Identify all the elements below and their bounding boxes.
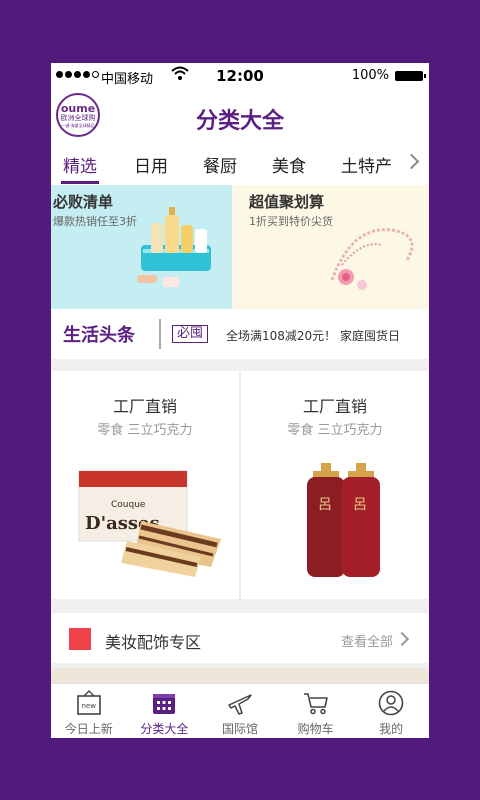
banner-juhuasuan[interactable]: 超值聚划算 1折买到特价尖货 (232, 185, 429, 309)
view-all-link[interactable]: 查看全部 (341, 631, 393, 650)
headline-badge: 必囤 (172, 325, 209, 343)
status-bar: 中国移动 12:00 100% (51, 63, 429, 89)
product-grid: 工厂直销 零食 三立巧克力 Couque D'asses 工厂直销 零食 三立巧… (51, 371, 429, 599)
shampoo-bottles-image: 呂 呂 (307, 463, 380, 577)
user-icon (378, 690, 404, 716)
section-marker (69, 628, 91, 650)
bottom-tab-bar: new 今日上新 分类大全 国际馆 购物车 我的 (51, 683, 429, 738)
cart-icon (303, 693, 328, 715)
tab-tutechan[interactable]: 土特产 (341, 152, 392, 177)
life-headline-bar[interactable]: 生活头条 必囤 全场满108减20元！ 家庭囤货日 (51, 309, 429, 359)
product-card[interactable]: 工厂直销 零食 三立巧克力 呂 呂 (241, 371, 429, 599)
tab-jingxuan[interactable]: 精选 (63, 152, 97, 177)
bathroom-products-image (137, 207, 211, 287)
new-box-icon: new (76, 690, 101, 715)
category-tabs: 精选 日用 餐厨 美食 土特产 (51, 143, 429, 185)
page-title: 分类大全 (195, 109, 284, 134)
chevron-right-icon[interactable] (403, 153, 420, 170)
grid-store-icon (153, 694, 176, 714)
chevron-right-icon (394, 631, 410, 647)
tab-label: 今日上新 (64, 722, 113, 736)
active-tab-indicator (61, 181, 99, 184)
section-title: 美妆配饰专区 (105, 633, 202, 652)
app-header: oume 欧洲全球购 一键·海量全球精品 分类大全 (51, 89, 429, 143)
beauty-section-header[interactable]: 美妆配饰专区 查看全部 (51, 613, 429, 663)
headline-text: 全场满108减20元！ 家庭囤货日 (226, 329, 400, 343)
tab-riyong[interactable]: 日用 (134, 152, 168, 177)
tab-canchu[interactable]: 餐厨 (203, 152, 237, 177)
box-brand-label: Couque (111, 500, 146, 510)
battery-icon (395, 71, 426, 81)
tab-cart[interactable]: 购物车 (278, 684, 354, 738)
chocolate-box-image: Couque D'asses (78, 470, 221, 577)
tab-mine[interactable]: 我的 (353, 684, 429, 738)
divider (159, 319, 161, 349)
bottle-mark-label: 呂 (353, 497, 367, 513)
tab-categories[interactable]: 分类大全 (127, 684, 203, 738)
tab-international[interactable]: 国际馆 (202, 684, 278, 738)
battery-percent: 100% (351, 68, 389, 83)
product-card[interactable]: 工厂直销 零食 三立巧克力 Couque D'asses (51, 371, 239, 599)
banner-bibai[interactable]: 必败清单 爆款热销任至3折 (51, 185, 232, 309)
new-badge-label: new (81, 702, 96, 710)
airplane-icon (228, 694, 252, 715)
headline-title: 生活头条 (63, 325, 135, 346)
tab-today-new[interactable]: new 今日上新 (51, 684, 127, 738)
tab-label: 购物车 (297, 722, 334, 736)
necklace-image (330, 228, 414, 290)
tab-meishi[interactable]: 美食 (272, 152, 306, 177)
tab-label: 国际馆 (221, 722, 258, 736)
tab-label: 我的 (379, 722, 404, 736)
tab-label: 分类大全 (140, 722, 189, 736)
phone-screen: 中国移动 12:00 100% oume 欧洲全球购 一键·海量全球精品 分类大… (51, 63, 429, 738)
bottle-mark-label: 呂 (318, 497, 332, 513)
